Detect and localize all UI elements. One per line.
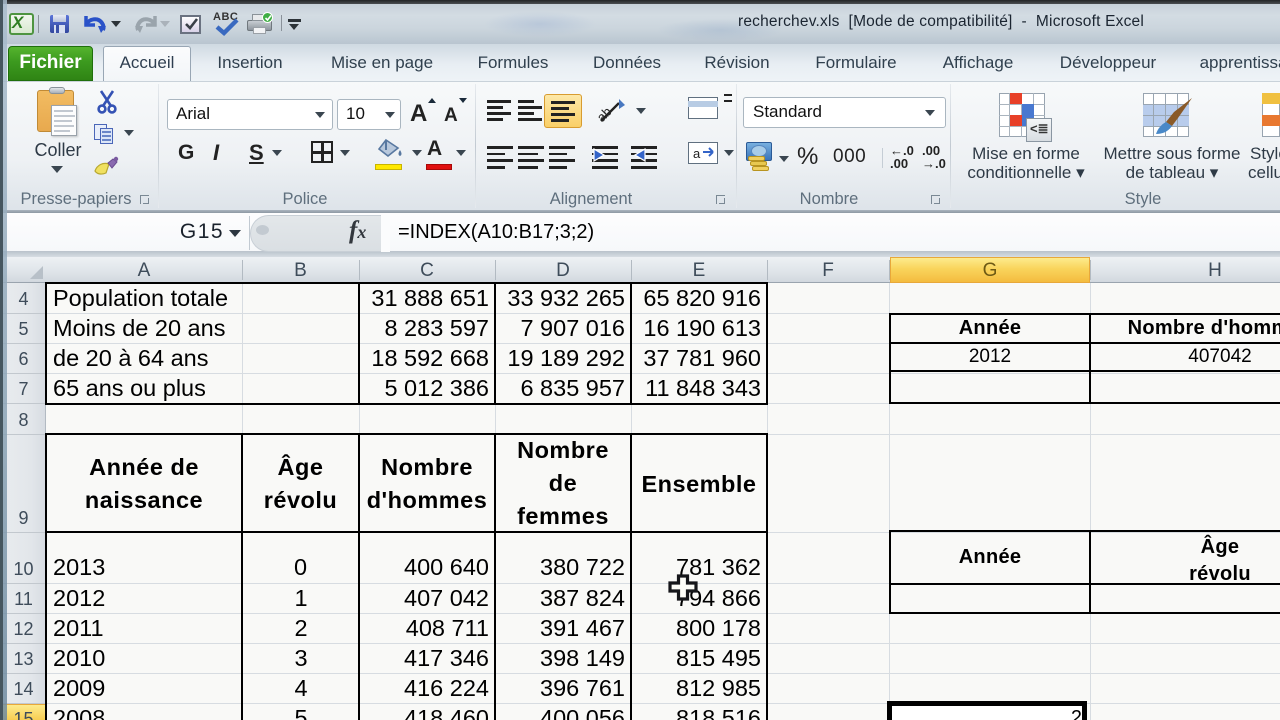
svg-text:ab: ab: [597, 104, 615, 125]
